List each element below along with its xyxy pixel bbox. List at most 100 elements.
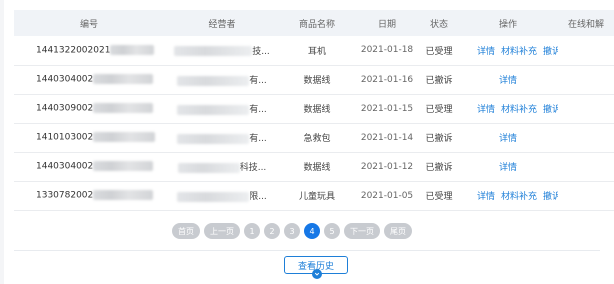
status-badge: 已受理 (420, 94, 458, 124)
table-header-row: 编号 经营者 商品名称 日期 状态 操作 在线和解 (14, 10, 614, 36)
detail-link[interactable]: 详情 (499, 134, 517, 144)
last-page-button[interactable]: 尾页 (384, 223, 412, 239)
product-name: 急救包 (280, 123, 354, 153)
actions-cell: 详情材料补充撤诉 (458, 94, 558, 124)
redacted-text (93, 132, 156, 143)
actions-cell: 详情 (458, 123, 558, 153)
status-badge: 已撤诉 (420, 65, 458, 95)
date: 2021-01-05 (354, 181, 420, 211)
column-header: 状态 (420, 10, 458, 36)
actions-cell: 详情材料补充撤诉 (458, 181, 558, 211)
column-header: 操作 (458, 10, 558, 36)
operator-name: 技... (252, 46, 270, 57)
case-number: 1441322002021 (36, 45, 111, 56)
redacted-text (177, 133, 250, 144)
case-number-cell: 1330782002 (14, 181, 164, 211)
actions-cell: 详情材料补充撤诉 (458, 36, 558, 66)
redacted-text (93, 103, 154, 114)
page-number-2[interactable]: 2 (264, 223, 280, 239)
detail-link[interactable]: 详情 (477, 192, 495, 202)
product-name: 数据线 (280, 65, 354, 95)
case-number: 1440304002 (36, 74, 94, 85)
operator-name: 有... (249, 105, 267, 115)
online-settlement-cell (558, 123, 614, 153)
pagination: 首页 上一页 1 2 3 4 5 下一页 尾页 (0, 222, 614, 240)
table-body: 1441322002021 技... 耳机 2021-01-18 已受理 详情 材料补充 撤诉… (14, 36, 614, 211)
left-edge (0, 0, 4, 284)
case-number: 1410103002 (36, 132, 94, 143)
complaint-list-page: 编号 经营者 商品名称 日期 状态 操作 在线和解 1441322002021 技... 耳机 2… (0, 0, 614, 284)
operator-cell: 有... (164, 65, 280, 95)
online-settlement-cell (558, 94, 614, 124)
case-number: 1330782002 (36, 190, 94, 201)
first-page-button[interactable]: 首页 (172, 223, 200, 239)
operator-cell: 技... (164, 36, 280, 66)
column-header: 经营者 (164, 10, 280, 36)
case-number-cell: 1440309002 (14, 94, 164, 124)
prev-page-button[interactable]: 上一页 (204, 223, 240, 239)
column-header: 在线和解 (558, 10, 614, 36)
operator-cell: 有... (164, 123, 280, 153)
chevron-down-icon[interactable] (312, 269, 322, 279)
withdraw-link[interactable]: 撤诉 (543, 47, 558, 57)
product-name: 耳机 (280, 36, 354, 66)
column-header: 商品名称 (280, 10, 354, 36)
redacted-text (177, 191, 250, 202)
detail-link[interactable]: 详情 (477, 47, 495, 57)
product-name: 儿童玩具 (280, 181, 354, 211)
operator-cell: 限... (164, 181, 280, 211)
supplement-link[interactable]: 材料补充 (501, 105, 537, 115)
table-row: 1330782002限...儿童玩具2021-01-05已受理详情材料补充撤诉 (14, 181, 614, 211)
redacted-text (93, 74, 154, 85)
withdraw-link[interactable]: 撤诉 (543, 192, 558, 202)
actions-cell: 详情 (458, 152, 558, 182)
next-page-button[interactable]: 下一页 (344, 223, 380, 239)
online-settlement-cell (558, 181, 614, 211)
operator-name: 有... (249, 134, 267, 144)
withdraw-link[interactable]: 撤诉 (543, 105, 558, 115)
actions-cell: 详情 (458, 65, 558, 95)
date: 2021-01-12 (354, 152, 420, 182)
column-header: 编号 (14, 10, 164, 36)
supplement-link[interactable]: 材料补充 (501, 192, 537, 202)
online-settlement-cell (558, 65, 614, 95)
status-badge: 已受理 (420, 181, 458, 211)
table-row: 1440304002 科技... 数据线 2021-01-12 已撤诉 详情 (14, 152, 614, 182)
operator-cell: 有... (164, 94, 280, 124)
case-number-cell: 1440304002 (14, 65, 164, 95)
page-number-3[interactable]: 3 (284, 223, 300, 239)
divider (14, 250, 600, 251)
redacted-text (110, 45, 155, 55)
page-number-4[interactable]: 4 (304, 223, 320, 239)
case-number: 1440304002 (36, 161, 94, 172)
date: 2021-01-14 (354, 123, 420, 153)
case-number-cell: 1441322002021 (14, 36, 164, 66)
detail-link[interactable]: 详情 (477, 105, 495, 115)
operator-cell: 科技... (164, 152, 280, 182)
table-row: 1440309002有...数据线2021-01-15已受理详情材料补充撤诉 (14, 94, 614, 124)
date: 2021-01-15 (354, 94, 420, 124)
page-number-1[interactable]: 1 (244, 223, 260, 239)
redacted-text (174, 46, 253, 57)
redacted-text (177, 75, 250, 86)
case-number-cell: 1410103002 (14, 123, 164, 153)
redacted-text (93, 190, 154, 201)
redacted-text (93, 161, 154, 172)
status-badge: 已撤诉 (420, 152, 458, 182)
operator-name: 限... (249, 192, 267, 202)
date: 2021-01-16 (354, 65, 420, 95)
supplement-link[interactable]: 材料补充 (501, 47, 537, 57)
operator-name: 有... (249, 76, 267, 86)
online-settlement-cell (558, 152, 614, 182)
table-row: 1441322002021 技... 耳机 2021-01-18 已受理 详情 材料补充 撤诉 (14, 36, 614, 66)
table-row: 1410103002 有... 急救包 2021-01-14 已撤诉 详情 (14, 123, 614, 153)
operator-name: 科技... (239, 163, 267, 173)
product-name: 数据线 (280, 94, 354, 124)
detail-link[interactable]: 详情 (499, 163, 517, 173)
complaint-table: 编号 经营者 商品名称 日期 状态 操作 在线和解 1441322002021 技... 耳机 2… (14, 10, 614, 211)
table-row: 1440304002 有... 数据线 2021-01-16 已撤诉 详情 (14, 65, 614, 95)
redacted-text (177, 104, 250, 115)
page-number-5[interactable]: 5 (324, 223, 340, 239)
detail-link[interactable]: 详情 (499, 76, 517, 86)
case-number: 1440309002 (36, 103, 94, 114)
